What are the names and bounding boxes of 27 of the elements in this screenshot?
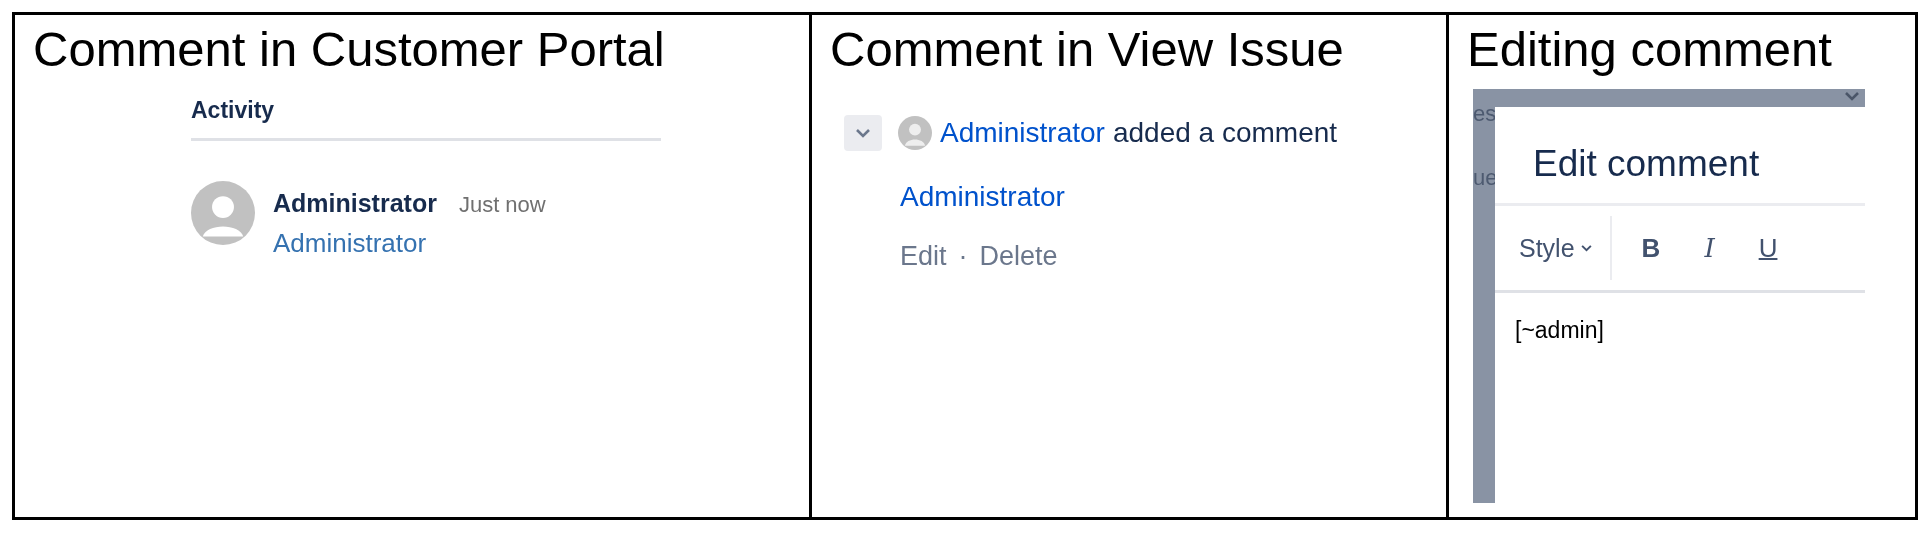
activity-text: added a comment <box>1112 117 1338 149</box>
comment-action-link[interactable]: Edit <box>900 241 947 272</box>
background-text: ue <box>1473 165 1498 191</box>
comment-editor-field[interactable]: [~admin] <box>1495 293 1865 503</box>
chevron-down-icon <box>855 128 871 138</box>
comment-time: Just now <box>458 192 546 218</box>
background-text: es <box>1473 101 1497 127</box>
format-button[interactable]: I <box>1696 229 1723 267</box>
author-name: Administrator <box>273 189 437 218</box>
format-button[interactable]: U <box>1750 228 1786 268</box>
author-link[interactable]: Administrator <box>940 117 1105 149</box>
style-dropdown[interactable]: Style <box>1517 229 1594 267</box>
collapse-button[interactable] <box>844 115 882 151</box>
separator-dot: · <box>958 241 968 272</box>
panel-heading: Comment in View Issue <box>829 21 1345 77</box>
panel-heading: Editing comment <box>1466 21 1833 77</box>
mention-link[interactable]: Administrator <box>900 181 1065 213</box>
comment-action-link[interactable]: Delete <box>979 241 1058 272</box>
mention-link[interactable]: Administrator <box>273 228 427 259</box>
chevron-down-icon <box>1843 91 1861 101</box>
panel-heading: Comment in Customer Portal <box>32 21 666 77</box>
section-title: Activity <box>191 97 275 124</box>
chevron-down-icon <box>1580 244 1592 252</box>
dialog-title: Edit comment <box>1532 142 1761 186</box>
avatar-icon <box>191 181 255 245</box>
avatar-icon <box>898 116 932 150</box>
format-button[interactable]: B <box>1633 228 1669 268</box>
